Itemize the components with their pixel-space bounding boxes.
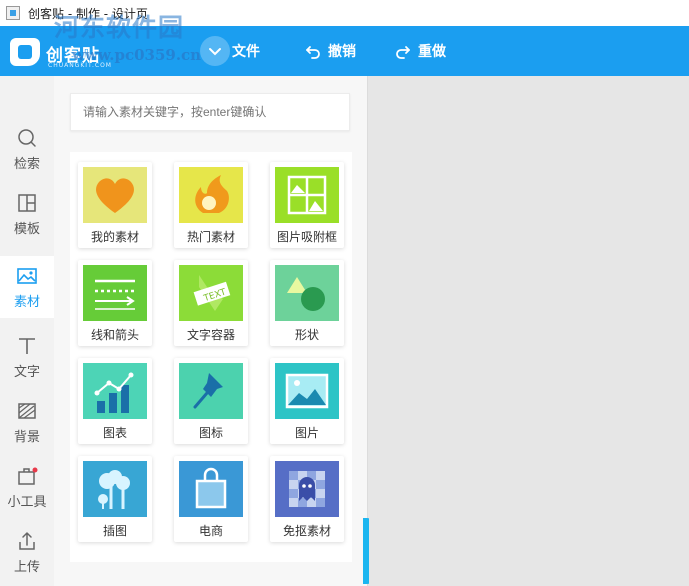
tile-label: 电商 — [198, 524, 223, 538]
nav-item-label: 背景 — [13, 429, 40, 445]
redo-icon — [392, 40, 414, 62]
undo-button[interactable]: 撤销 — [302, 39, 356, 63]
tile-my-materials[interactable]: 我的素材 — [78, 162, 152, 248]
heart-icon — [83, 167, 147, 223]
nav-item-template[interactable]: 模板 — [0, 183, 54, 245]
search-icon — [16, 127, 38, 149]
tile-label: 免抠素材 — [282, 524, 331, 538]
tile-label: 图片吸附框 — [276, 230, 337, 244]
tile-label: 插图 — [102, 524, 127, 538]
illustration-icon — [83, 461, 147, 517]
cutout-icon — [275, 461, 339, 517]
brand-logo-icon — [10, 38, 40, 66]
left-nav: 检索 模板 素材 文字 背景 小工具 上传 — [0, 76, 54, 586]
tile-pictures[interactable]: 图片 — [270, 358, 344, 444]
tile-label: 我的素材 — [90, 230, 139, 244]
tile-charts[interactable]: 图表 — [78, 358, 152, 444]
tile-illustrations[interactable]: 插图 — [78, 456, 152, 542]
upload-icon — [16, 530, 38, 552]
tile-image-frame[interactable]: 图片吸附框 — [270, 162, 344, 248]
watermark-text: 河东软件园 — [54, 13, 185, 42]
chevron-down-icon — [200, 36, 230, 66]
fire-icon — [179, 167, 243, 223]
nav-item-search[interactable]: 检索 — [0, 118, 54, 180]
chart-icon — [83, 363, 147, 419]
nav-item-toolbox[interactable]: 小工具 — [0, 456, 54, 518]
tile-label: 图标 — [198, 426, 223, 440]
tile-label: 图片 — [294, 426, 319, 440]
nav-item-label: 小工具 — [7, 494, 47, 510]
tile-text-container[interactable]: TEXT 文字容器 — [174, 260, 248, 346]
undo-label: 撤销 — [328, 44, 356, 60]
shopping-bag-icon — [179, 461, 243, 517]
nav-item-background[interactable]: 背景 — [0, 391, 54, 453]
nav-item-label: 模板 — [13, 221, 40, 237]
nav-item-label: 素材 — [13, 294, 40, 310]
nav-item-materials[interactable]: 素材 — [0, 256, 54, 318]
nav-item-label: 文字 — [13, 364, 40, 380]
file-menu-label: 文件 — [232, 44, 260, 60]
tile-label: 图表 — [102, 426, 127, 440]
toolbox-icon — [16, 465, 38, 487]
image-frame-icon — [275, 167, 339, 223]
nav-item-label: 上传 — [13, 559, 40, 575]
tile-ecommerce[interactable]: 电商 — [174, 456, 248, 542]
redo-label: 重做 — [418, 44, 446, 60]
tile-lines-arrows[interactable]: 线和箭头 — [78, 260, 152, 346]
text-icon — [16, 335, 38, 357]
watermark-url: www.pc0359.cn — [72, 46, 202, 64]
lines-arrows-icon — [83, 265, 147, 321]
tile-cutout-materials[interactable]: 免抠素材 — [270, 456, 344, 542]
background-icon — [16, 400, 38, 422]
tile-icons[interactable]: 图标 — [174, 358, 248, 444]
redo-button[interactable]: 重做 — [392, 39, 446, 63]
materials-grid: 我的素材 热门素材 图片吸附框 线和箭头 TEXT 文字容器 形状 图表 图标 … — [70, 152, 352, 562]
tile-label: 线和箭头 — [90, 328, 139, 342]
nav-item-label: 检索 — [13, 156, 40, 172]
text-container-icon: TEXT — [179, 265, 243, 321]
tile-hot-materials[interactable]: 热门素材 — [174, 162, 248, 248]
app-icon — [6, 6, 20, 20]
undo-icon — [302, 40, 324, 62]
picture-icon — [275, 363, 339, 419]
shapes-icon — [275, 265, 339, 321]
material-search-input[interactable] — [70, 93, 350, 131]
file-menu-button[interactable]: 文件 — [200, 36, 260, 66]
template-icon — [16, 192, 38, 214]
tile-label: 热门素材 — [186, 230, 235, 244]
materials-panel: 我的素材 热门素材 图片吸附框 线和箭头 TEXT 文字容器 — [54, 76, 368, 586]
pin-icon — [179, 363, 243, 419]
tile-label: 文字容器 — [186, 328, 235, 342]
nav-item-upload[interactable]: 上传 — [0, 521, 54, 583]
tile-shapes[interactable]: 形状 — [270, 260, 344, 346]
design-canvas-area[interactable] — [369, 76, 689, 586]
nav-item-text[interactable]: 文字 — [0, 326, 54, 388]
tile-label: 形状 — [294, 328, 319, 342]
image-icon — [16, 265, 38, 287]
